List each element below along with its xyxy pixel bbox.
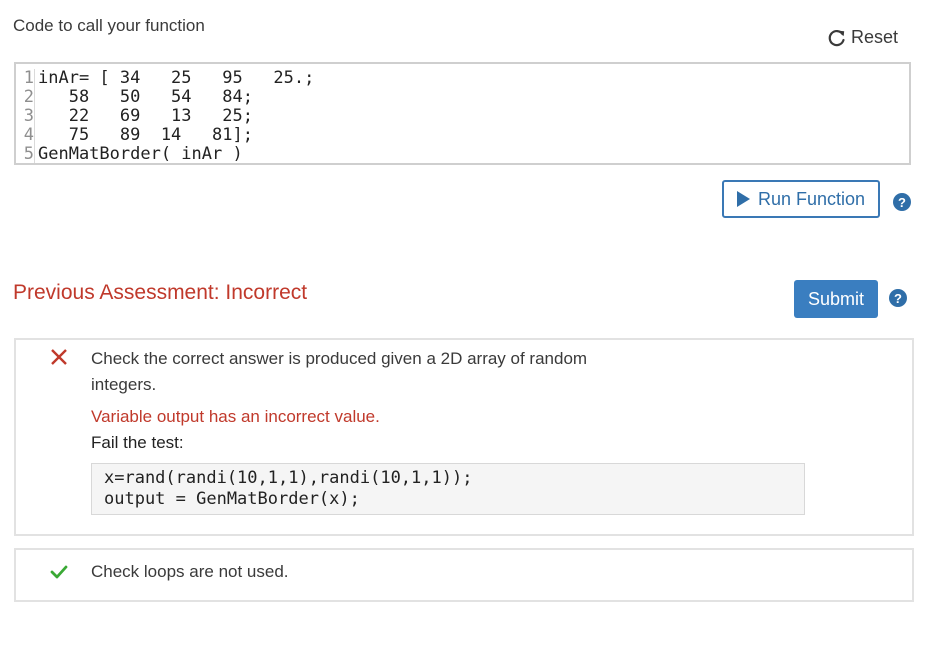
code-line[interactable]: 75 89 14 81]; (38, 126, 314, 145)
check-icon (50, 564, 68, 585)
test-description: Check the correct answer is produced giv… (91, 349, 588, 394)
test-result-label: Fail the test: (91, 433, 184, 452)
test-code-block: x=rand(randi(10,1,1),randi(10,1,1)); out… (91, 463, 805, 515)
play-icon (736, 191, 750, 207)
code-line[interactable]: 58 50 54 84; (38, 88, 314, 107)
line-number: 1 (23, 68, 34, 88)
test-description: Check loops are not used. (91, 562, 289, 581)
code-area[interactable]: inAr= [ 34 25 95 25.; 58 50 54 84; 22 69… (38, 69, 314, 164)
run-function-button[interactable]: Run Function (722, 180, 880, 218)
submit-button[interactable]: Submit (794, 280, 878, 318)
code-editor[interactable]: 1 2 3 4 5 inAr= [ 34 25 95 25.; 58 50 54… (14, 62, 911, 165)
line-number: 2 (23, 87, 34, 107)
line-number: 3 (23, 106, 34, 126)
x-icon (50, 348, 68, 371)
assessment-title: Previous Assessment: Incorrect (13, 281, 308, 304)
line-number-gutter: 1 2 3 4 5 (16, 68, 35, 164)
code-line[interactable]: 22 69 13 25; (38, 107, 314, 126)
code-line[interactable]: inAr= [ 34 25 95 25.; (38, 69, 314, 88)
line-number: 4 (23, 125, 34, 145)
reset-icon (828, 29, 846, 47)
test-error-message: Variable output has an incorrect value. (91, 407, 380, 426)
test-code-line: x=rand(randi(10,1,1),randi(10,1,1)); (104, 468, 473, 488)
code-line[interactable]: GenMatBorder( inAr ) (38, 145, 314, 164)
section-title: Code to call your function (13, 16, 205, 35)
reset-button[interactable]: Reset (828, 27, 898, 48)
run-function-label: Run Function (757, 188, 866, 209)
line-number: 5 (23, 144, 34, 164)
submit-help-icon[interactable]: ? (889, 289, 907, 307)
test-code-line: output = GenMatBorder(x); (104, 489, 360, 509)
reset-label: Reset (851, 27, 899, 47)
run-help-icon[interactable]: ? (893, 193, 911, 211)
